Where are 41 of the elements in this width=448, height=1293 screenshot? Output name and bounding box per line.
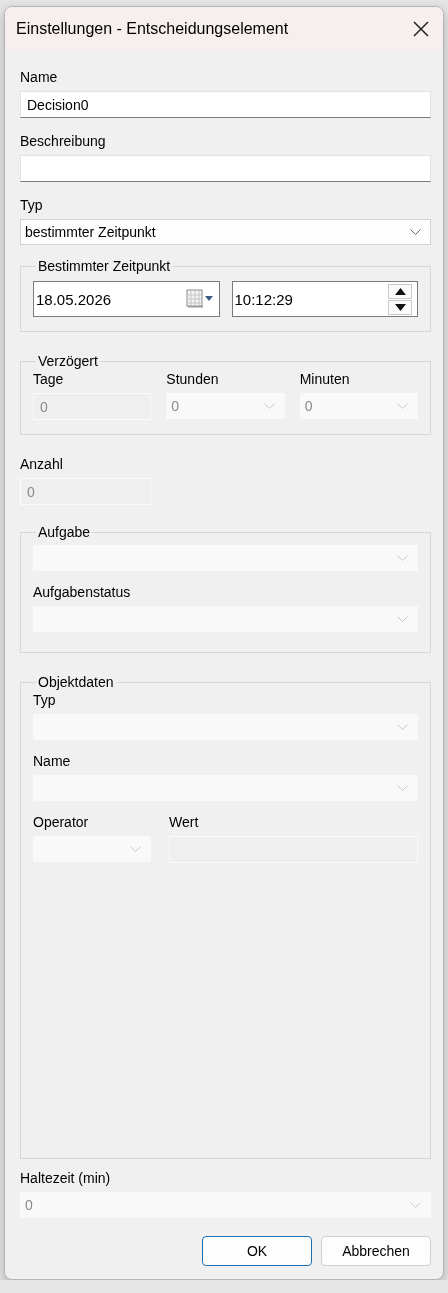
group-title: Verzögert (37, 352, 99, 370)
chevron-icon (397, 615, 408, 623)
chevron-icon (130, 845, 141, 853)
group-title: Aufgabe (37, 523, 92, 541)
spin-down-button[interactable] (388, 299, 412, 315)
triangle-down-icon (394, 303, 406, 311)
chevron-icon (397, 402, 408, 410)
field-label: Haltezeit (min) (20, 1169, 111, 1187)
field-label: Minuten (299, 370, 350, 388)
triangle-up-icon (394, 287, 406, 295)
chevron-icon (263, 402, 275, 410)
field-label: Typ (33, 691, 56, 709)
field-label: Wert (169, 813, 199, 831)
group-title: Objektdaten (37, 673, 115, 691)
group-title: Bestimmter Zeitpunkt (37, 257, 172, 275)
chevron-icon (410, 1201, 421, 1209)
field-label: Operator (33, 813, 89, 831)
field-label: Typ (20, 196, 43, 214)
chevron-icon (397, 554, 408, 562)
dropdown[interactable]: bestimmter Zeitpunkt (20, 219, 431, 245)
field-label: Aufgabenstatus (33, 583, 131, 601)
date-field[interactable]: 18.05.2026 (33, 281, 220, 317)
chevron-icon (397, 723, 408, 731)
close-button[interactable] (412, 20, 430, 38)
spin-up-button[interactable] (388, 283, 412, 299)
field-label: Anzahl (20, 455, 63, 473)
window-title: Einstellungen - Entscheidungselement (16, 20, 289, 38)
calendar-icon (185, 289, 214, 309)
field-label: Beschreibung (20, 132, 106, 150)
text-field[interactable] (20, 155, 431, 182)
field-label: Name (33, 752, 71, 770)
chevron-icon (410, 228, 421, 236)
close-icon (413, 21, 429, 37)
time-field[interactable]: 10:12:29 (231, 281, 418, 317)
chevron-icon (397, 784, 408, 792)
field-label: Stunden (166, 370, 219, 388)
cancel-button[interactable]: Abbrechen (321, 1236, 431, 1266)
ok-button[interactable]: OK (202, 1236, 312, 1266)
field-label: Tage (33, 370, 64, 388)
field-label: Name (20, 68, 58, 86)
text-field[interactable]: Decision0 (20, 91, 431, 118)
